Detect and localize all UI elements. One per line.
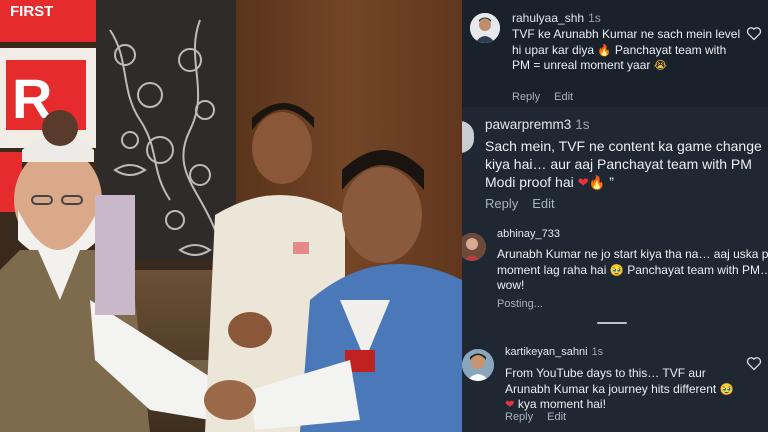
- comment-text-part: ”: [605, 174, 614, 191]
- fire-emoji: 🔥: [588, 176, 606, 192]
- fire-emoji: 🔥: [597, 42, 612, 57]
- comment-username[interactable]: kartikeyan_sahni 1s: [505, 346, 603, 358]
- reply-button[interactable]: Reply: [512, 91, 540, 103]
- avatar[interactable]: [462, 233, 486, 261]
- divider: [597, 322, 627, 324]
- avatar-image: [462, 233, 486, 261]
- comment-text: Arunabh Kumar ne jo start kiya tha na… a…: [497, 247, 768, 294]
- avatar-image: [470, 13, 500, 43]
- photo-area: FIRST R: [0, 0, 462, 432]
- avatar[interactable]: [470, 13, 500, 43]
- posting-status: Posting...: [497, 298, 543, 310]
- red-heart-emoji: ❤: [505, 397, 515, 412]
- heart-outline-icon[interactable]: [746, 356, 762, 371]
- crying-emoji: 😭: [653, 58, 668, 73]
- comment-actions: Reply Edit: [512, 91, 587, 103]
- comment-text: TVF ke Arunabh Kumar ne sach mein level …: [512, 27, 742, 74]
- holding-tears-emoji: 🥹: [609, 262, 624, 277]
- comment-text: Sach mein, TVF ne content ka game change…: [485, 137, 767, 193]
- sign-top-text: FIRST: [10, 3, 53, 20]
- comment-text-part: Sach mein, TVF ne content ka game change…: [485, 138, 762, 191]
- username-text[interactable]: rahulyaa_shh: [512, 11, 584, 25]
- edit-button[interactable]: Edit: [547, 411, 566, 423]
- comment-rahulyaa: rahulyaa_shh 1s TVF ke Arunabh Kumar ne s…: [462, 0, 768, 107]
- comment-username[interactable]: abhinay_733: [497, 228, 560, 240]
- avatar[interactable]: [462, 349, 494, 381]
- comment-time: 1s: [591, 346, 604, 358]
- comments-panel: rahulyaa_shh 1s TVF ke Arunabh Kumar ne s…: [462, 0, 768, 432]
- event-photo: FIRST R: [0, 0, 462, 432]
- comment-text: From YouTube days to this… TVF aur Aruna…: [505, 366, 740, 413]
- comment-time: 1s: [588, 11, 601, 25]
- holding-tears-emoji: 🥹: [719, 381, 734, 396]
- avatar-image: [462, 349, 494, 381]
- comment-abhinay: abhinay_733 Arunabh Kumar ne jo start ki…: [462, 219, 768, 319]
- reply-button[interactable]: Reply: [505, 411, 533, 423]
- red-heart-emoji: ❤: [577, 176, 589, 192]
- edit-button[interactable]: Edit: [554, 91, 573, 103]
- comment-text-part: From YouTube days to this… TVF aur Aruna…: [505, 366, 720, 396]
- username-text[interactable]: pawarpremm3: [485, 117, 571, 132]
- comment-time: 1s: [575, 117, 590, 132]
- comment-kartikeyan: kartikeyan_sahni 1s From YouTube days to …: [462, 337, 768, 432]
- edit-button[interactable]: Edit: [532, 196, 554, 211]
- heart-outline-icon[interactable]: [746, 26, 762, 41]
- avatar[interactable]: [462, 121, 474, 153]
- username-text[interactable]: abhinay_733: [497, 228, 560, 240]
- comment-text-part: kya moment hai!: [514, 397, 606, 412]
- reply-button[interactable]: Reply: [485, 196, 518, 211]
- comment-pawarpremm3: pawarpremm3 1s Sach mein, TVF ne content …: [462, 107, 768, 219]
- comment-username[interactable]: pawarpremm3 1s: [485, 117, 590, 132]
- username-text[interactable]: kartikeyan_sahni: [505, 346, 588, 358]
- comment-actions: Reply Edit: [485, 196, 569, 211]
- comment-username[interactable]: rahulyaa_shh 1s: [512, 11, 601, 25]
- comment-actions: Reply Edit: [505, 411, 580, 423]
